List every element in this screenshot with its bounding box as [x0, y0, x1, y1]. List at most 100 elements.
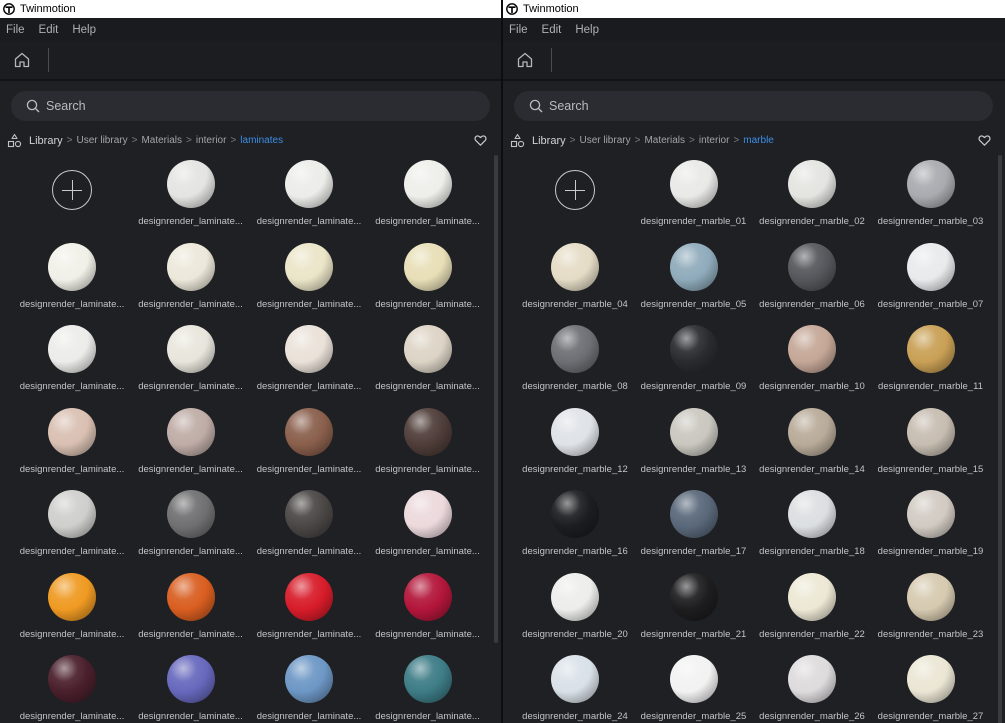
menu-file[interactable]: File — [509, 24, 528, 36]
material-item[interactable]: designrender_laminate... — [13, 235, 131, 317]
menu-edit[interactable]: Edit — [39, 24, 59, 36]
material-item[interactable]: designrender_laminate... — [13, 400, 131, 482]
material-item[interactable]: designrender_laminate... — [250, 482, 368, 564]
material-label: designrender_marble_12 — [522, 463, 628, 475]
material-label: designrender_laminate... — [375, 216, 480, 227]
material-item[interactable]: designrender_marble_17 — [635, 482, 753, 564]
material-item[interactable]: designrender_marble_18 — [753, 482, 871, 564]
material-item[interactable]: designrender_laminate... — [13, 317, 131, 399]
material-item[interactable]: designrender_laminate... — [132, 152, 250, 234]
toolbar — [503, 41, 1005, 81]
breadcrumb-interior[interactable]: interior — [699, 135, 730, 146]
material-item[interactable]: designrender_laminate... — [132, 317, 250, 399]
material-item[interactable]: designrender_laminate... — [132, 235, 250, 317]
material-preview-sphere — [285, 242, 333, 291]
material-item[interactable]: designrender_laminate... — [132, 647, 250, 723]
material-item[interactable]: designrender_marble_12 — [516, 400, 634, 482]
material-item[interactable]: designrender_marble_23 — [872, 565, 990, 647]
material-item[interactable]: designrender_marble_09 — [635, 317, 753, 399]
material-item[interactable]: designrender_laminate... — [250, 565, 368, 647]
material-item[interactable]: designrender_laminate... — [13, 565, 131, 647]
material-item[interactable]: designrender_marble_20 — [516, 565, 634, 647]
material-item[interactable]: designrender_marble_14 — [753, 400, 871, 482]
breadcrumb-materials[interactable]: Materials — [644, 135, 685, 146]
material-item[interactable]: designrender_marble_15 — [872, 400, 990, 482]
material-item[interactable]: designrender_laminate... — [132, 400, 250, 482]
material-item[interactable]: designrender_laminate... — [132, 565, 250, 647]
material-item[interactable]: designrender_laminate... — [369, 565, 487, 647]
material-item[interactable]: designrender_marble_08 — [516, 317, 634, 399]
material-item[interactable]: designrender_marble_02 — [753, 152, 871, 234]
material-label: designrender_marble_24 — [522, 711, 628, 722]
breadcrumb-user-library[interactable]: User library — [76, 135, 127, 146]
material-item[interactable]: designrender_laminate... — [250, 400, 368, 482]
material-item[interactable]: designrender_marble_10 — [753, 317, 871, 399]
breadcrumb-current-folder[interactable]: marble — [743, 135, 774, 146]
material-item[interactable]: designrender_laminate... — [369, 152, 487, 234]
breadcrumb-user-library[interactable]: User library — [579, 135, 630, 146]
material-preview-sphere — [285, 407, 333, 456]
breadcrumb-materials[interactable]: Materials — [141, 135, 182, 146]
material-item[interactable]: designrender_laminate... — [250, 235, 368, 317]
material-item[interactable]: designrender_marble_24 — [516, 647, 634, 723]
scrollbar[interactable] — [494, 155, 498, 643]
scrollbar[interactable] — [998, 155, 1002, 723]
add-material-button[interactable] — [13, 152, 131, 234]
material-item[interactable]: designrender_laminate... — [13, 647, 131, 723]
material-label: designrender_laminate... — [256, 628, 362, 640]
menu-file[interactable]: File — [6, 24, 25, 36]
material-preview-sphere — [403, 325, 452, 373]
material-item[interactable]: designrender_marble_04 — [516, 235, 634, 317]
heart-icon[interactable] — [474, 134, 487, 147]
menu-help[interactable]: Help — [575, 24, 599, 36]
material-grid: designrender_laminate... designrender_lam… — [13, 152, 485, 723]
menu-edit[interactable]: Edit — [542, 24, 562, 36]
material-item[interactable]: designrender_laminate... — [132, 482, 250, 564]
material-preview-sphere — [166, 572, 215, 621]
material-item[interactable]: designrender_marble_22 — [753, 565, 871, 647]
material-item[interactable]: designrender_laminate... — [250, 647, 368, 723]
material-item[interactable]: designrender_marble_07 — [872, 235, 990, 317]
material-item[interactable]: designrender_laminate... — [250, 152, 368, 234]
material-item[interactable]: designrender_laminate... — [369, 482, 487, 564]
material-label: designrender_marble_21 — [640, 628, 747, 640]
material-item[interactable]: designrender_marble_26 — [753, 647, 871, 723]
home-icon[interactable] — [13, 51, 31, 69]
material-item[interactable]: designrender_laminate... — [13, 482, 131, 564]
material-item[interactable]: designrender_marble_19 — [872, 482, 990, 564]
material-item[interactable]: designrender_marble_25 — [635, 647, 753, 723]
material-item[interactable]: designrender_marble_01 — [635, 152, 753, 234]
material-item[interactable]: designrender_laminate... — [250, 317, 368, 399]
material-label: designrender_laminate... — [19, 546, 125, 557]
material-item[interactable]: designrender_marble_27 — [872, 647, 990, 723]
menu-help[interactable]: Help — [72, 24, 96, 36]
material-item[interactable]: designrender_laminate... — [369, 400, 487, 482]
breadcrumb-library[interactable]: Library — [29, 135, 63, 147]
material-item[interactable]: designrender_laminate... — [369, 317, 487, 399]
home-icon[interactable] — [516, 51, 534, 69]
breadcrumb: Library > User library > Materials > int… — [510, 133, 991, 148]
material-label: designrender_marble_18 — [759, 546, 865, 557]
breadcrumb-current-folder[interactable]: laminates — [240, 135, 283, 146]
material-item[interactable]: designrender_marble_03 — [872, 152, 990, 234]
material-item[interactable]: designrender_marble_05 — [635, 235, 753, 317]
material-label: designrender_marble_22 — [759, 628, 865, 640]
material-preview-sphere — [551, 407, 599, 456]
material-item[interactable]: designrender_marble_11 — [872, 317, 990, 399]
breadcrumb-library[interactable]: Library — [532, 135, 566, 147]
material-item[interactable]: designrender_marble_06 — [753, 235, 871, 317]
heart-icon[interactable] — [978, 134, 991, 147]
search-input[interactable]: Search — [11, 91, 490, 121]
material-item[interactable]: designrender_marble_21 — [635, 565, 753, 647]
material-item[interactable]: designrender_laminate... — [369, 647, 487, 723]
search-input[interactable]: Search — [514, 91, 993, 121]
material-preview-sphere — [906, 242, 955, 291]
plus-icon — [555, 170, 595, 210]
material-label: designrender_marble_11 — [878, 381, 983, 392]
add-material-button[interactable] — [516, 152, 634, 234]
material-label: designrender_laminate... — [375, 463, 480, 475]
material-item[interactable]: designrender_marble_16 — [516, 482, 634, 564]
breadcrumb-interior[interactable]: interior — [196, 135, 227, 146]
material-item[interactable]: designrender_marble_13 — [635, 400, 753, 482]
material-item[interactable]: designrender_laminate... — [369, 235, 487, 317]
